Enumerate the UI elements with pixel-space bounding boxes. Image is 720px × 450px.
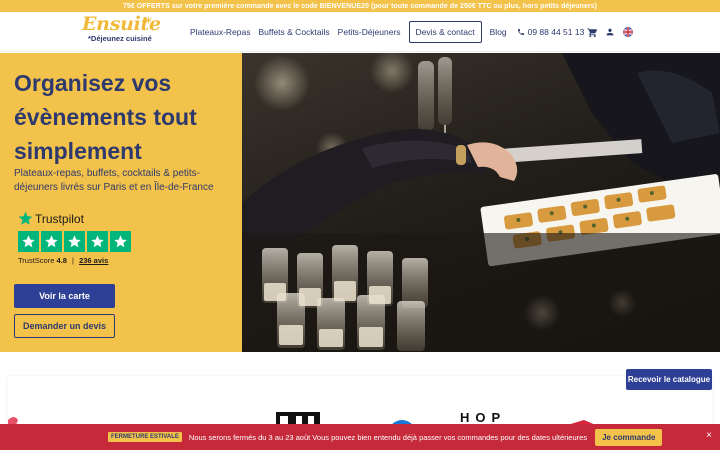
hero-panel: Organisez vos évènements tout simplement…: [0, 53, 242, 352]
star-icon: [87, 231, 108, 252]
star-icon: [64, 231, 85, 252]
uk-flag-icon[interactable]: [622, 26, 634, 38]
nav-item-petits-dejeuners[interactable]: Petits-Déjeuners: [338, 27, 401, 37]
trustpilot-rating-stars: [18, 231, 131, 252]
user-icon[interactable]: [604, 26, 616, 38]
ensuite-logo[interactable]: Ensuite ✳ *Déjeunez cuisiné: [82, 14, 162, 50]
trustscore-separator: |: [72, 256, 74, 265]
hero-title: Organisez vos évènements tout simplement: [14, 70, 197, 164]
closing-badge: FERMETURE ESTIVALE: [108, 432, 182, 442]
star-icon: [18, 231, 39, 252]
logo-star-icon: ✳: [144, 15, 154, 27]
hero-section: Organisez vos évènements tout simplement…: [0, 53, 720, 352]
summer-closing-banner: FERMETURE ESTIVALE Nous serons fermés du…: [0, 424, 720, 450]
promo-text: 75€ OFFERTS sur votre première commande …: [122, 2, 598, 10]
trustpilot-reviews-link[interactable]: 236 avis: [79, 256, 108, 265]
hero-catering-photo: [242, 53, 720, 352]
press-logo-hop: HOP: [460, 410, 506, 425]
phone-number: 09 88 44 51 13: [527, 27, 585, 37]
demander-un-devis-button[interactable]: Demander un devis: [14, 314, 115, 338]
recevoir-catalogue-button[interactable]: Recevoir le catalogue: [626, 369, 712, 390]
trustscore-value: 4.8: [56, 256, 67, 265]
star-icon: [41, 231, 62, 252]
phone-link[interactable]: 09 88 44 51 13: [517, 27, 585, 37]
star-icon: [110, 231, 131, 252]
logo-tagline: *Déjeunez cuisiné: [88, 34, 152, 43]
promo-bar: 75€ OFFERTS sur votre première commande …: [0, 0, 720, 12]
je-commande-button[interactable]: Je commande: [595, 428, 663, 446]
closing-message: Nous serons fermés du 3 au 23 août Vous …: [188, 432, 588, 442]
cart-icon[interactable]: [586, 26, 598, 38]
devis-contact-button[interactable]: Devis & contact: [408, 21, 482, 43]
trustpilot-wordmark: Trustpilot: [35, 211, 84, 226]
nav-item-buffets-cocktails[interactable]: Buffets & Cocktails: [258, 27, 329, 37]
voir-la-carte-button[interactable]: Voir la carte: [14, 284, 115, 308]
close-icon[interactable]: ×: [706, 431, 712, 441]
phone-icon: [517, 29, 524, 35]
site-header: Ensuite ✳ *Déjeunez cuisiné Plateaux-Rep…: [0, 12, 720, 52]
trustpilot-logo[interactable]: Trustpilot: [18, 211, 84, 226]
nav-item-blog[interactable]: Blog: [490, 27, 507, 37]
hero-subtitle: Plateaux-repas, buffets, cocktails & pet…: [14, 168, 214, 193]
main-nav: Plateaux-Repas Buffets & Cocktails Petit…: [190, 12, 584, 52]
trustpilot-star-icon: [18, 211, 33, 225]
trustscore-line: TrustScore 4.8 | 236 avis: [18, 256, 108, 265]
header-icons: [586, 12, 634, 52]
nav-item-plateaux-repas[interactable]: Plateaux-Repas: [190, 27, 250, 37]
trustscore-label: TrustScore: [18, 256, 55, 265]
